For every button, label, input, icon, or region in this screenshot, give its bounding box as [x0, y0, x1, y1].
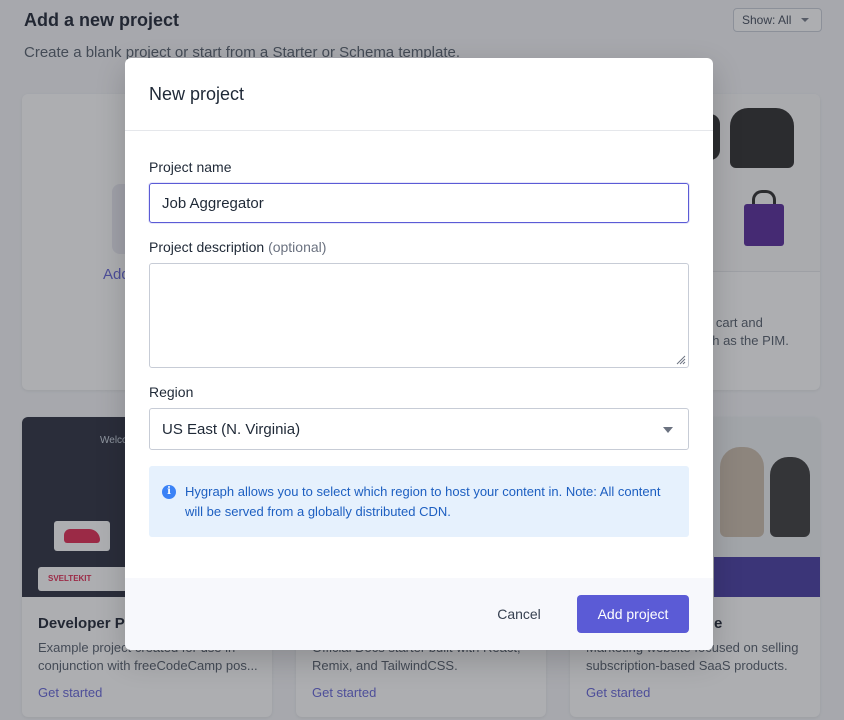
info-circle-icon: i [162, 485, 176, 499]
resize-handle-icon[interactable] [676, 355, 686, 365]
region-select[interactable]: US East (N. Virginia) [149, 408, 689, 450]
new-project-dialog: New project Project name Project descrip… [125, 58, 713, 650]
project-description-label-text: Project description [149, 239, 265, 255]
chevron-down-icon [663, 427, 673, 433]
cancel-button[interactable]: Cancel [478, 595, 560, 633]
dialog-title: New project [149, 84, 245, 104]
project-description-label: Project description (optional) [149, 239, 326, 255]
optional-tag: (optional) [268, 239, 327, 255]
region-info-box: i Hygraph allows you to select which reg… [149, 466, 689, 537]
dialog-header: New project [125, 58, 713, 131]
project-name-input[interactable] [149, 183, 689, 223]
dialog-footer: Cancel Add project [125, 578, 713, 650]
add-project-button[interactable]: Add project [577, 595, 689, 633]
project-name-label: Project name [149, 159, 232, 175]
region-info-text: Hygraph allows you to select which regio… [185, 484, 661, 519]
region-label: Region [149, 384, 194, 400]
region-select-value: US East (N. Virginia) [162, 420, 301, 438]
project-description-textarea[interactable] [149, 263, 689, 368]
